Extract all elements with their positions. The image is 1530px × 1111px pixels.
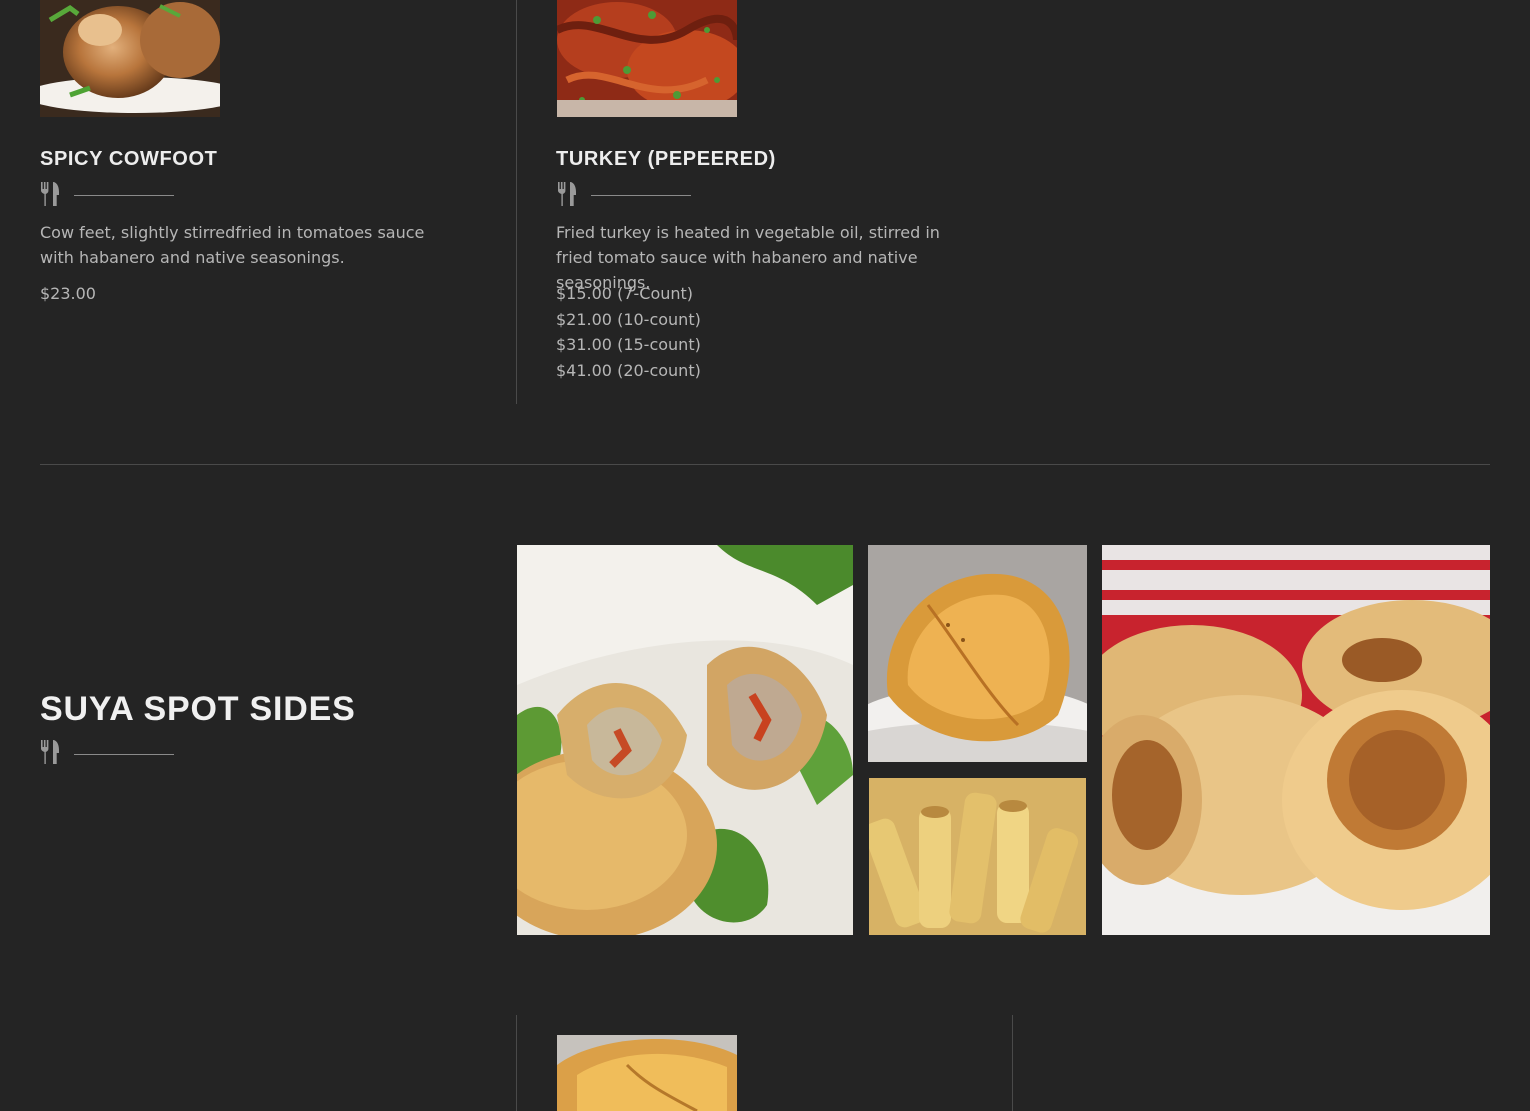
title-underline [591,195,691,196]
section-title: SUYA SPOT SIDES [40,690,356,728]
item-title: TURKEY (PEPEERED) [556,148,776,170]
section-divider [40,464,1490,465]
meat-pie-image[interactable] [868,545,1087,762]
sausage-rolls-image[interactable] [1102,545,1490,935]
item-price: $23.00 [40,284,96,303]
item-price: $21.00 (10-count) [556,309,701,329]
title-underline [74,195,174,196]
side-item-image [557,1035,737,1111]
fork-knife-icon [41,182,59,206]
cowfoot-image [40,0,220,117]
column-divider [516,1015,517,1111]
peppered-turkey-image [557,0,737,117]
item-price: $15.00 (7-Count) [556,284,694,303]
item-price-list: $23.00 [40,281,96,307]
spring-rolls-image[interactable] [869,778,1086,935]
item-price-list: $15.00 (7-Count) $21.00 (10-count) $31.0… [556,281,701,384]
item-title: SPICY COWFOOT [40,148,218,170]
item-price: $41.00 (20-count) [556,361,701,381]
item-description: Cow feet, slightly stirredfried in tomat… [40,223,425,267]
meat-pie-halves-image[interactable] [517,545,853,935]
fork-knife-icon [41,740,59,764]
section-title-underline [74,754,174,755]
column-divider [1012,1015,1013,1111]
item-price: $31.00 (15-count) [556,335,701,355]
column-divider [516,0,517,404]
fork-knife-icon [558,182,576,206]
